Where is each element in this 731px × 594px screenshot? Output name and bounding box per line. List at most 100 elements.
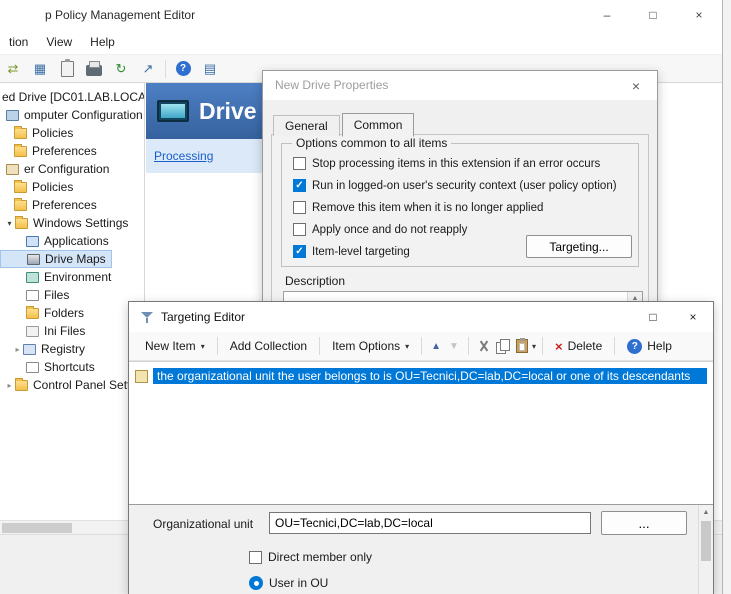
tree-item-registry[interactable]: ▸Registry bbox=[0, 340, 90, 358]
checkbox-remove-when-not-applied[interactable]: ✓ Remove this item when it is no longer … bbox=[293, 201, 543, 214]
tree-item-applications[interactable]: Applications bbox=[0, 232, 114, 250]
tree-item-policies-user[interactable]: Policies bbox=[0, 178, 78, 196]
targeting-button[interactable]: Targeting... bbox=[526, 235, 632, 258]
checkbox-box[interactable]: ✓ bbox=[293, 223, 306, 236]
scroll-up-icon[interactable]: ▲ bbox=[699, 505, 713, 520]
export-icon[interactable]: ↗ bbox=[138, 59, 158, 79]
new-item-button[interactable]: New Item▾ bbox=[139, 335, 211, 357]
add-collection-button[interactable]: Add Collection bbox=[224, 335, 313, 357]
maximize-button[interactable]: □ bbox=[630, 0, 676, 30]
menu-action[interactable]: tion bbox=[0, 30, 37, 54]
console-tree-icon[interactable]: ▦ bbox=[30, 59, 50, 79]
options-vertical-scrollbar[interactable]: ▲ bbox=[698, 505, 713, 594]
applications-icon bbox=[26, 236, 39, 247]
new-drive-properties-dialog: New Drive Properties × General Common Op… bbox=[262, 70, 658, 311]
expander-closed-icon[interactable]: ▸ bbox=[4, 381, 15, 390]
navigate-icon[interactable]: ⇄ bbox=[3, 59, 23, 79]
direct-member-only-checkbox[interactable]: ✓ Direct member only bbox=[249, 550, 372, 564]
expander-closed-icon[interactable]: ▸ bbox=[12, 345, 23, 354]
tree-item-preferences-user[interactable]: Preferences bbox=[0, 196, 102, 214]
user-icon bbox=[6, 164, 19, 175]
targeting-item-row[interactable]: the organizational unit the user belongs… bbox=[135, 367, 707, 385]
folder-icon bbox=[14, 182, 27, 193]
checkbox-apply-once[interactable]: ✓ Apply once and do not reapply bbox=[293, 223, 467, 236]
list-view-icon[interactable]: ▤ bbox=[200, 59, 220, 79]
tree-item-user-configuration[interactable]: er Configuration bbox=[0, 160, 114, 178]
print-icon[interactable] bbox=[84, 59, 104, 79]
tree-item-control-panel-settings[interactable]: ▸Control Panel Sett bbox=[0, 376, 135, 394]
paste-dropdown-icon[interactable]: ▾ bbox=[532, 342, 536, 351]
scrollbar-thumb[interactable] bbox=[701, 521, 711, 561]
copy-icon[interactable] bbox=[496, 339, 510, 353]
shortcuts-icon bbox=[26, 362, 39, 373]
cut-icon[interactable] bbox=[477, 339, 490, 353]
close-icon[interactable]: × bbox=[673, 302, 713, 332]
properties-tabs: General Common bbox=[273, 112, 416, 136]
clipboard-glyph bbox=[61, 61, 74, 77]
checkbox-box[interactable]: ✓ bbox=[293, 201, 306, 214]
radio-selected-icon[interactable] bbox=[249, 576, 263, 590]
console-tree: ed Drive [DC01.LAB.LOCA omputer Configur… bbox=[0, 83, 145, 520]
maximize-icon[interactable]: □ bbox=[633, 302, 673, 332]
targeting-toolbar: New Item▾ Add Collection Item Options▾ ▲… bbox=[129, 332, 713, 361]
expander-open-icon[interactable]: ▾ bbox=[4, 219, 15, 228]
tree-item-environment[interactable]: Environment bbox=[0, 268, 116, 286]
menu-bar: tion View Help bbox=[0, 30, 722, 55]
tree-item-root[interactable]: ed Drive [DC01.LAB.LOCA bbox=[0, 88, 145, 106]
refresh-icon[interactable]: ↻ bbox=[111, 59, 131, 79]
delete-x-icon: × bbox=[555, 339, 563, 354]
ini-file-icon bbox=[26, 326, 39, 337]
checkbox-box[interactable]: ✓ bbox=[293, 245, 306, 258]
scrollbar-thumb[interactable] bbox=[2, 523, 72, 533]
help-icon[interactable]: ? bbox=[173, 59, 193, 79]
move-up-icon[interactable]: ▲ bbox=[428, 341, 444, 352]
drive-maps-banner-icon bbox=[157, 100, 189, 122]
clipboard-icon[interactable] bbox=[57, 59, 77, 79]
tree-item-ini-files[interactable]: Ini Files bbox=[0, 322, 90, 340]
tab-common[interactable]: Common bbox=[342, 113, 415, 137]
environment-icon bbox=[26, 272, 39, 283]
toolbar-separator bbox=[319, 337, 320, 355]
tree-item-policies-computer[interactable]: Policies bbox=[0, 124, 78, 142]
delete-button[interactable]: ×Delete bbox=[549, 335, 608, 358]
menu-view[interactable]: View bbox=[37, 30, 81, 54]
item-options-button[interactable]: Item Options▾ bbox=[326, 335, 415, 357]
folder-icon bbox=[15, 380, 28, 391]
checkbox-box[interactable]: ✓ bbox=[293, 157, 306, 170]
checkbox-item-level-targeting[interactable]: ✓ Item-level targeting bbox=[293, 245, 410, 258]
browse-button[interactable]: ... bbox=[601, 511, 687, 535]
screen: p Policy Management Editor – □ × tion Vi… bbox=[0, 0, 731, 594]
toolbar-separator bbox=[468, 337, 469, 355]
close-icon[interactable]: × bbox=[615, 71, 657, 100]
paste-icon[interactable] bbox=[516, 339, 528, 353]
close-button[interactable]: × bbox=[676, 0, 722, 30]
registry-icon bbox=[23, 344, 36, 355]
checkbox-box[interactable]: ✓ bbox=[249, 551, 262, 564]
user-in-ou-radio[interactable]: User in OU bbox=[249, 576, 328, 590]
checkbox-run-user-context[interactable]: ✓ Run in logged-on user's security conte… bbox=[293, 179, 617, 192]
help-button[interactable]: ?Help bbox=[621, 335, 678, 358]
menu-help[interactable]: Help bbox=[81, 30, 124, 54]
checkbox-stop-processing[interactable]: ✓ Stop processing items in this extensio… bbox=[293, 157, 600, 170]
tree-item-computer-configuration[interactable]: omputer Configuration bbox=[0, 106, 145, 124]
targeting-items-list: the organizational unit the user belongs… bbox=[129, 361, 713, 504]
processing-link[interactable]: Processing bbox=[154, 149, 213, 163]
checkbox-box[interactable]: ✓ bbox=[293, 179, 306, 192]
item-properties-panel: Organizational unit ... ✓ Direct member … bbox=[129, 504, 713, 594]
tree-item-preferences-computer[interactable]: Preferences bbox=[0, 142, 102, 160]
properties-dialog-titlebar: New Drive Properties × bbox=[263, 71, 657, 100]
organizational-unit-input[interactable] bbox=[269, 512, 591, 534]
tree-item-shortcuts[interactable]: Shortcuts bbox=[0, 358, 100, 376]
tree-item-folders[interactable]: Folders bbox=[0, 304, 89, 322]
description-label: Description bbox=[285, 274, 345, 288]
tree-item-windows-settings[interactable]: ▾Windows Settings bbox=[0, 214, 133, 232]
minimize-button[interactable]: – bbox=[584, 0, 630, 30]
main-titlebar: p Policy Management Editor – □ × bbox=[0, 0, 722, 30]
tab-general[interactable]: General bbox=[273, 115, 340, 136]
toolbar-separator bbox=[421, 337, 422, 355]
toolbar-separator bbox=[542, 337, 543, 355]
tree-item-drive-maps[interactable]: Drive Maps bbox=[0, 250, 112, 268]
tree-item-files[interactable]: Files bbox=[0, 286, 74, 304]
move-down-icon[interactable]: ▼ bbox=[446, 341, 462, 352]
targeting-editor-dialog: Targeting Editor □ × New Item▾ Add Colle… bbox=[128, 301, 714, 594]
